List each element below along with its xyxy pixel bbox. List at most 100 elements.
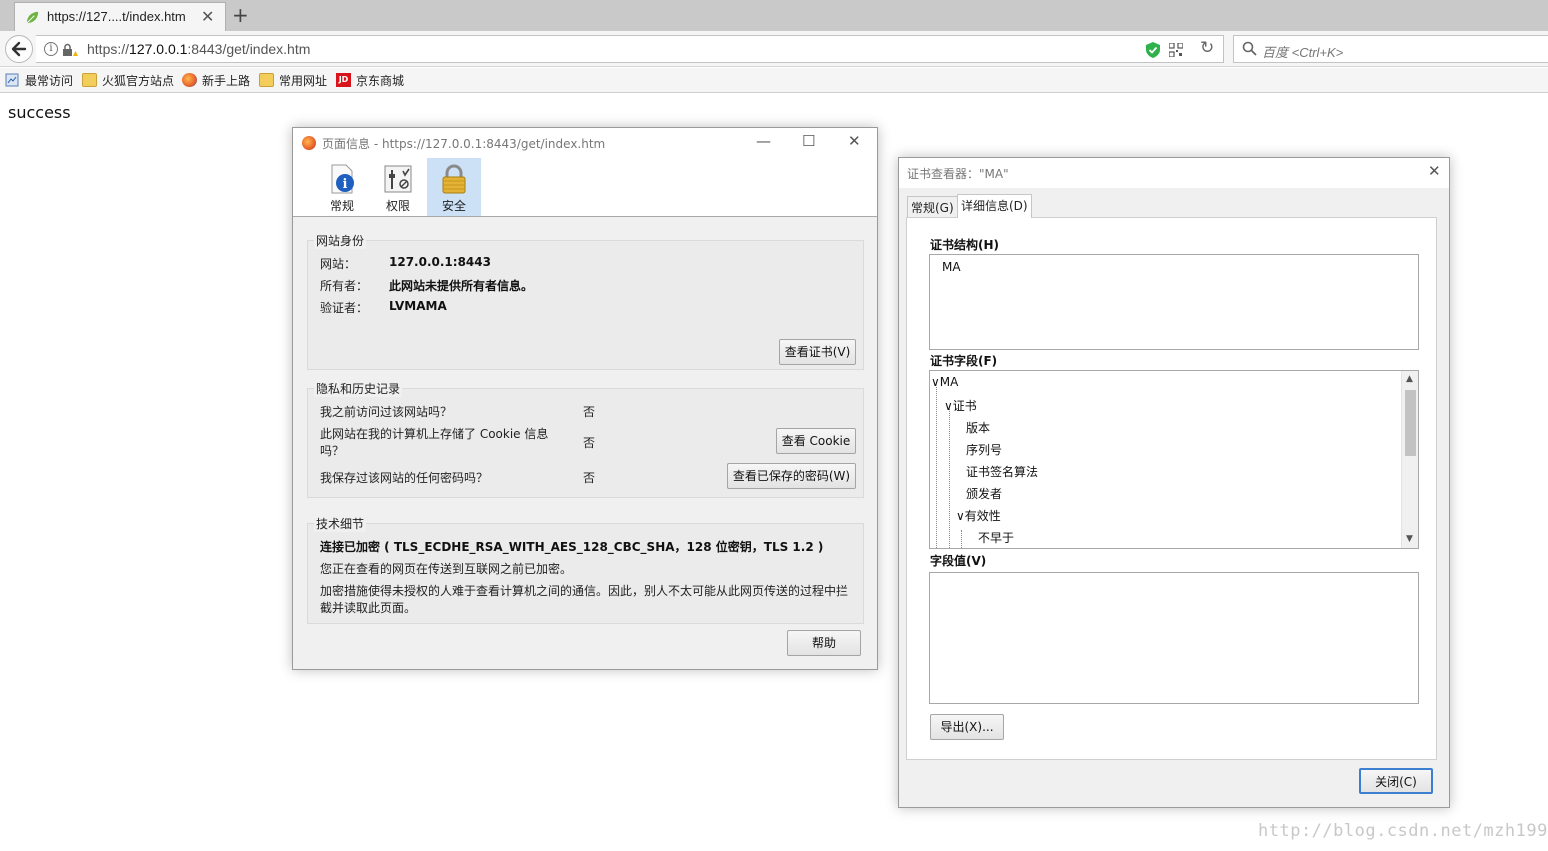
website-value: 127.0.0.1:8443 <box>389 255 491 269</box>
bookmark-getting-started[interactable]: 新手上路 <box>182 72 254 89</box>
encryption-line-1: 您正在查看的网页在传送到互联网之前已加密。 <box>320 562 573 576</box>
certificate-viewer-dialog: 证书查看器："MA" ✕ 常规(G) 详细信息(D) 证书结构(H) MA 证书… <box>898 157 1450 808</box>
bookmark-page-icon <box>5 73 19 87</box>
lock-warning-icon[interactable] <box>62 43 78 57</box>
field-value-label: 字段值(V) <box>930 554 987 568</box>
export-button[interactable]: 导出(X)... <box>930 714 1004 740</box>
svg-text:i: i <box>343 177 348 192</box>
tab-strip: https://127....t/index.htm ✕ + <box>0 0 1548 31</box>
watermark: http://blog.csdn.net/mzh1992 <box>1258 821 1548 841</box>
bookmark-jd[interactable]: JD 京东商城 <box>336 72 408 89</box>
tree-guide-line <box>936 387 937 548</box>
search-icon <box>1242 41 1257 56</box>
chevron-down-icon: ∨ <box>956 509 965 523</box>
bookmark-firefox-sites[interactable]: 火狐官方站点 <box>82 72 177 89</box>
tab-close-icon[interactable]: ✕ <box>201 7 214 26</box>
verifier-label: 验证者： <box>320 301 369 315</box>
back-button[interactable] <box>5 35 33 63</box>
browser-tab[interactable]: https://127....t/index.htm ✕ <box>14 2 226 31</box>
close-icon[interactable]: ✕ <box>848 132 861 150</box>
view-saved-passwords-button[interactable]: 查看已保存的密码(W) <box>727 463 856 489</box>
cookie-question: 此网站在我的计算机上存储了 Cookie 信息 <box>320 427 549 441</box>
shield-check-icon[interactable] <box>1146 42 1160 58</box>
tree-item-validity[interactable]: ∨有效性 <box>956 507 1001 524</box>
hierarchy-item[interactable]: MA <box>942 260 961 274</box>
tab-title: https://127....t/index.htm <box>47 9 186 24</box>
folder-icon <box>259 73 274 87</box>
fields-label: 证书字段(F) <box>930 354 998 368</box>
info-page-icon: i <box>331 164 354 194</box>
new-tab-icon[interactable]: + <box>232 3 249 27</box>
tree-item-not-before[interactable]: 不早于 <box>978 529 1014 546</box>
encryption-line-3: 截并读取此页面。 <box>320 601 417 615</box>
chevron-down-icon: ∨ <box>931 375 940 389</box>
url-bar[interactable]: i https://127.0.0.1:8443/get/index.htm ↻ <box>36 35 1224 63</box>
tree-item-certificate[interactable]: ∨证书 <box>944 397 977 414</box>
tree-item-serial[interactable]: 序列号 <box>966 441 1002 458</box>
view-cookies-button[interactable]: 查看 Cookie <box>776 428 856 454</box>
close-button[interactable]: 关闭(C) <box>1359 768 1433 794</box>
cookie-question-cont: 吗？ <box>320 444 345 458</box>
group-title: 网站身份 <box>314 232 367 249</box>
tab-permissions[interactable]: 权限 <box>371 158 425 216</box>
view-certificate-button[interactable]: 查看证书(V) <box>779 339 856 365</box>
bookmark-common-sites[interactable]: 常用网址 <box>259 72 331 89</box>
info-icon[interactable]: i <box>44 42 58 56</box>
website-identity-group: 网站身份 网站： 127.0.0.1:8443 所有者： 此网站未提供所有者信息… <box>307 232 864 370</box>
jd-logo-icon: JD <box>336 73 351 87</box>
reload-icon[interactable]: ↻ <box>1200 38 1214 58</box>
field-value-box[interactable] <box>929 572 1419 704</box>
certificate-hierarchy-box[interactable]: MA <box>929 254 1419 350</box>
folder-icon <box>82 73 97 87</box>
website-label: 网站： <box>320 257 357 271</box>
tree-item-root[interactable]: ∨MA <box>931 375 958 389</box>
tree-item-issuer[interactable]: 颁发者 <box>966 485 1002 502</box>
permissions-sliders-icon <box>384 165 412 193</box>
maximize-icon[interactable]: ☐ <box>802 132 815 150</box>
privacy-history-group: 隐私和历史记录 我之前访问过该网站吗？ 否 此网站在我的计算机上存储了 Cook… <box>307 380 864 498</box>
leaf-icon <box>26 11 39 24</box>
navigation-bar: i https://127.0.0.1:8443/get/index.htm ↻… <box>0 31 1548 67</box>
owner-value: 此网站未提供所有者信息。 <box>389 279 534 293</box>
close-icon[interactable]: ✕ <box>1428 162 1441 180</box>
details-panel: 证书结构(H) MA 证书字段(F) ∨MA ∨证书 版本 序列号 证书签名算法… <box>906 217 1437 760</box>
scroll-down-icon[interactable]: ▼ <box>1406 534 1413 544</box>
cert-viewer-title: 证书查看器："MA" <box>907 167 1009 181</box>
chevron-down-icon: ∨ <box>944 399 953 413</box>
search-input[interactable]: 百度 <Ctrl+K> <box>1262 42 1343 61</box>
cert-viewer-titlebar[interactable]: 证书查看器："MA" ✕ <box>899 158 1449 188</box>
owner-label: 所有者： <box>320 279 369 293</box>
tab-security[interactable]: 安全 <box>427 158 481 216</box>
url-text[interactable]: https://127.0.0.1:8443/get/index.htm <box>87 41 310 57</box>
tab-details[interactable]: 详细信息(D) <box>957 194 1032 218</box>
tree-scrollbar[interactable]: ▲ ▼ <box>1401 371 1418 548</box>
search-bar[interactable]: 百度 <Ctrl+K> <box>1233 35 1548 63</box>
tree-guide-line <box>949 409 950 548</box>
page-info-titlebar[interactable]: 页面信息 - https://127.0.0.1:8443/get/index.… <box>293 128 877 158</box>
cookie-answer: 否 <box>583 436 596 450</box>
firefox-icon <box>182 73 197 87</box>
qr-code-icon[interactable] <box>1169 43 1183 57</box>
visited-answer: 否 <box>583 405 596 419</box>
minimize-icon[interactable]: — <box>756 132 771 150</box>
tab-general[interactable]: i 常规 <box>315 158 369 216</box>
bookmark-most-visited[interactable]: 最常访问 <box>5 72 77 89</box>
password-answer: 否 <box>583 471 596 485</box>
verifier-value: LVMAMA <box>389 299 447 313</box>
connection-encrypted-text: 连接已加密 ( TLS_ECDHE_RSA_WITH_AES_128_CBC_S… <box>320 540 824 554</box>
page-content-text: success <box>8 103 71 122</box>
tree-guide-line <box>961 530 962 548</box>
scrollbar-thumb[interactable] <box>1405 390 1416 456</box>
visited-question: 我之前访问过该网站吗？ <box>320 405 453 419</box>
hierarchy-label: 证书结构(H) <box>930 238 1000 252</box>
certificate-fields-tree[interactable]: ∨MA ∨证书 版本 序列号 证书签名算法 颁发者 ∨有效性 不早于 ▲ ▼ <box>929 370 1419 549</box>
scroll-up-icon[interactable]: ▲ <box>1406 374 1413 384</box>
bookmarks-toolbar: 最常访问 火狐官方站点 新手上路 常用网址 JD 京东商城 <box>0 68 1548 93</box>
tree-item-signature-algorithm[interactable]: 证书签名算法 <box>966 463 1038 480</box>
firefox-icon <box>302 136 316 150</box>
tree-item-version[interactable]: 版本 <box>966 419 990 436</box>
page-info-toolbar: i 常规 权限 安全 <box>293 158 877 217</box>
help-button[interactable]: 帮助 <box>787 630 861 656</box>
tab-general[interactable]: 常规(G) <box>907 196 958 217</box>
encryption-line-2: 加密措施使得未授权的人难于查看计算机之间的通信。因此，别人不太可能从此网页传送的… <box>320 584 849 598</box>
